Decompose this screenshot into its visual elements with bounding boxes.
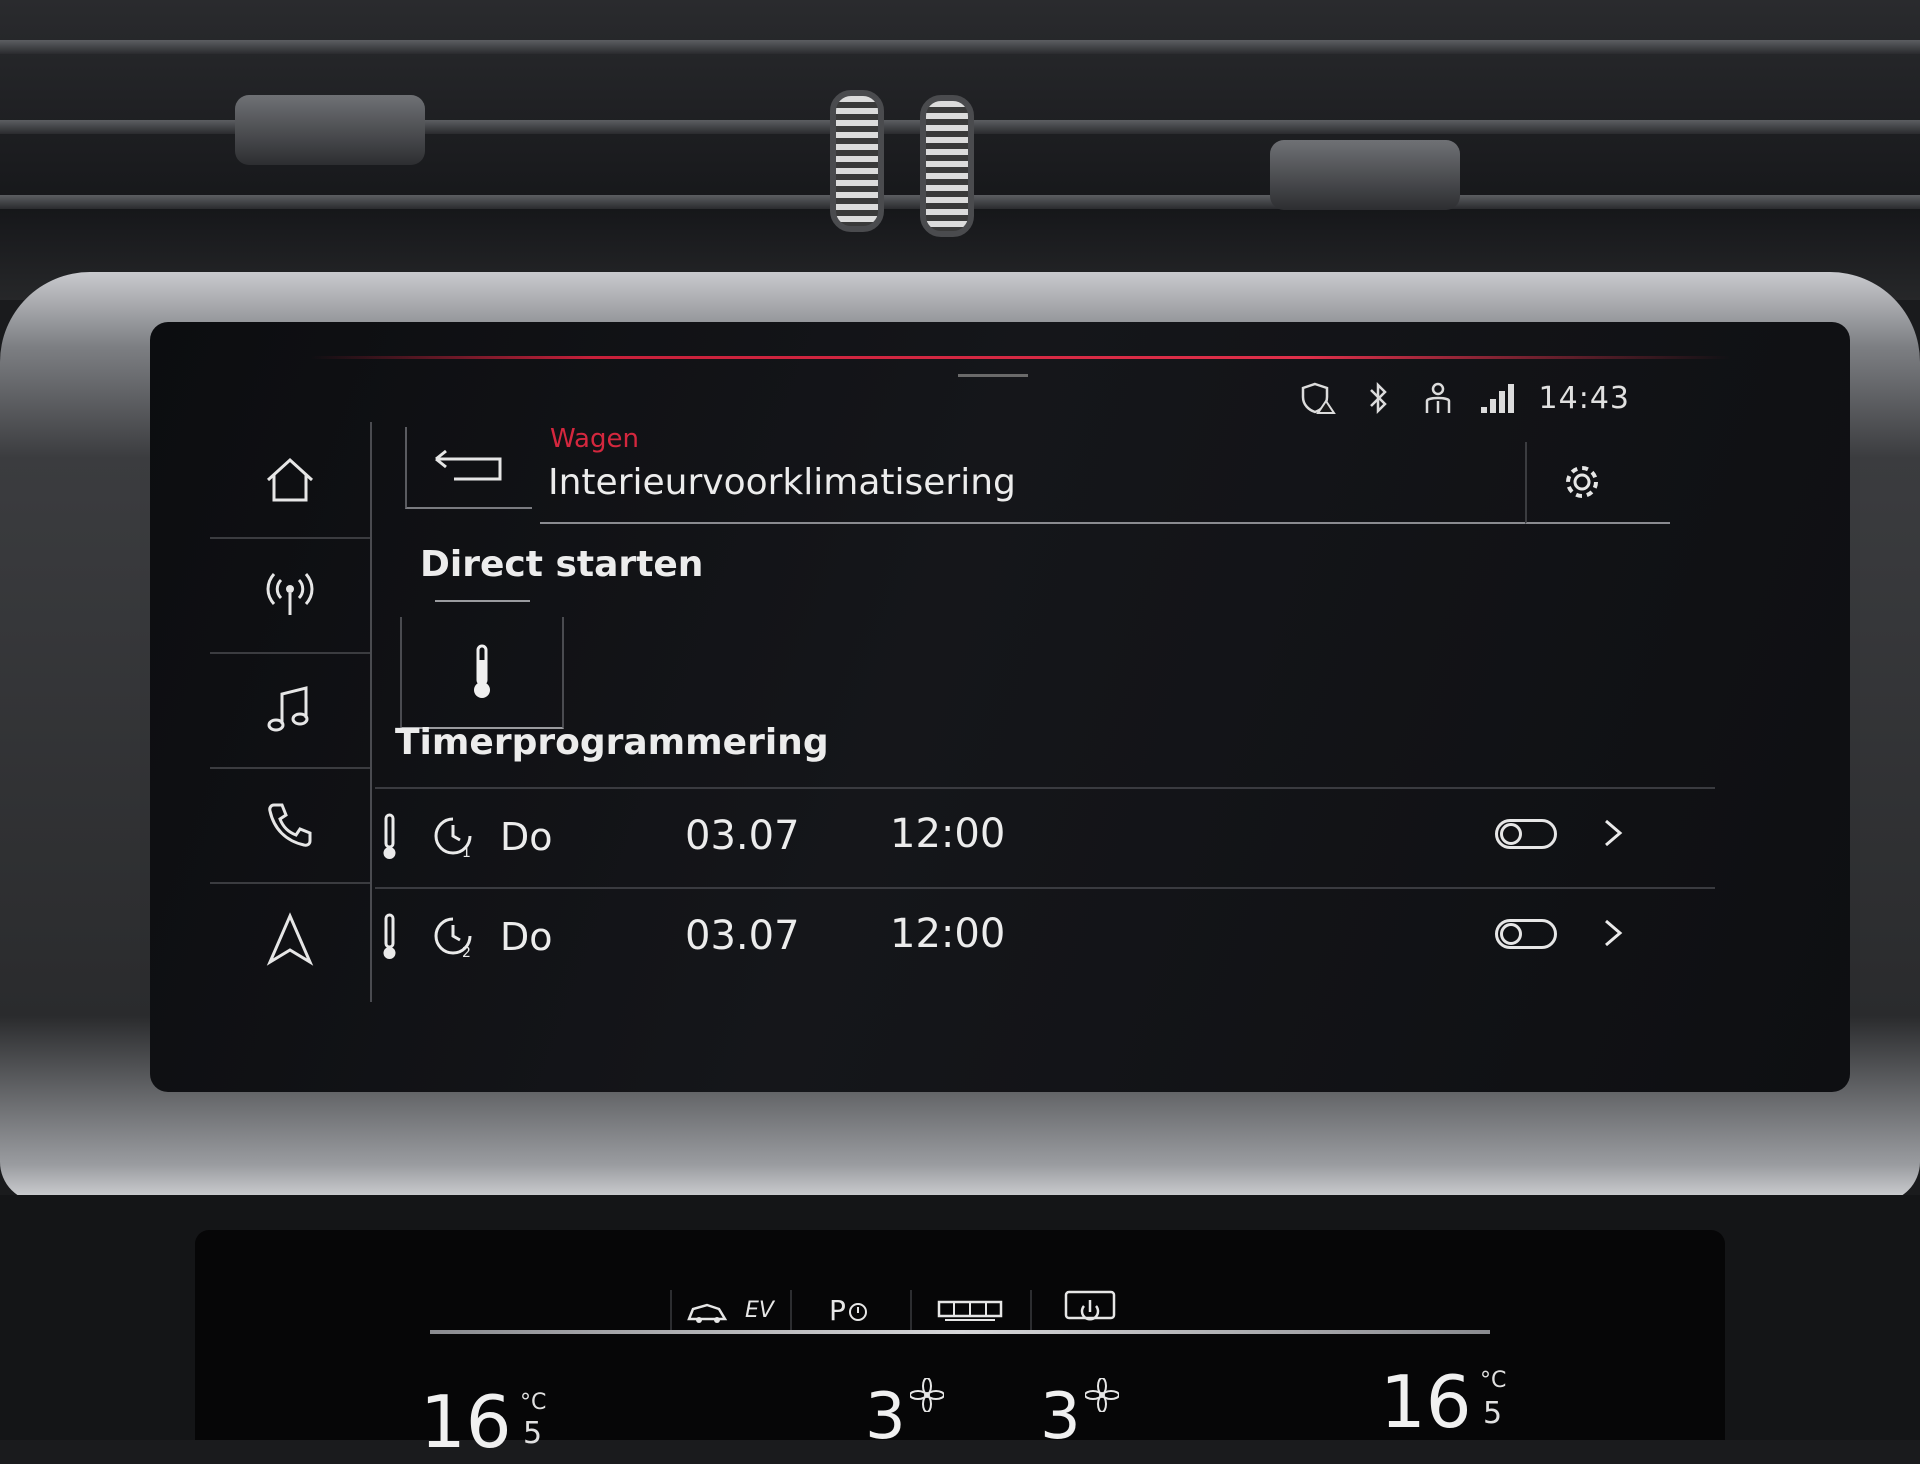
thermometer-icon <box>383 913 396 959</box>
thermometer-icon <box>383 813 396 859</box>
timer-2-toggle[interactable] <box>1495 919 1557 949</box>
phone-icon <box>268 803 312 847</box>
navigation-icon <box>266 911 314 966</box>
timer-date: 03.07 <box>685 913 800 959</box>
right-temperature-unit: °C <box>1480 1368 1507 1393</box>
chevron-right-icon[interactable] <box>1600 913 1626 953</box>
clock: 14:43 <box>1538 380 1630 416</box>
chevron-right-icon[interactable] <box>1600 813 1626 853</box>
accent-line <box>310 356 1730 359</box>
network-signal-icon <box>1480 384 1514 413</box>
left-temperature-decimal: 5 <box>523 1416 543 1451</box>
left-fan-level[interactable]: 3 <box>865 1380 906 1454</box>
sidebar-item-phone[interactable] <box>210 767 370 884</box>
timer-row-2[interactable]: 2 Do 03.07 12:00 <box>375 887 1715 983</box>
bluetooth-icon <box>1369 381 1387 415</box>
sidebar-item-home[interactable] <box>210 422 370 539</box>
climate-power-icon <box>1064 1290 1115 1321</box>
title-divider <box>540 522 1670 524</box>
timer-number: 2 <box>462 945 471 959</box>
climate-power-button[interactable] <box>1030 1290 1147 1330</box>
status-bar: 14:43 <box>1299 378 1630 418</box>
thermometer-icon <box>474 644 490 698</box>
timer-time: 12:00 <box>890 911 1006 957</box>
direct-start-button[interactable] <box>400 617 564 729</box>
timer-number: 1 <box>462 845 471 859</box>
timer-day: Do <box>500 915 553 959</box>
back-button[interactable] <box>405 427 532 509</box>
vent-wheel-right[interactable] <box>920 95 974 237</box>
shield-warning-icon <box>1301 382 1336 414</box>
vent-slat <box>0 40 1920 54</box>
direct-start-heading: Direct starten <box>420 544 704 585</box>
home-icon <box>266 457 314 501</box>
sidebar-item-navigation[interactable] <box>210 882 370 997</box>
timer-heading: Timerprogrammering <box>395 722 829 763</box>
vent-wheel-left[interactable] <box>830 90 884 232</box>
sidebar-item-media[interactable] <box>210 652 370 769</box>
vent-knob-right[interactable] <box>1270 140 1460 210</box>
music-icon <box>267 685 309 731</box>
radio-icon <box>266 572 314 615</box>
ev-label: EV <box>745 1297 774 1323</box>
ev-climate-button[interactable]: EV <box>670 1290 787 1330</box>
timer-day: Do <box>500 815 553 859</box>
parking-heater-button[interactable]: P <box>790 1290 907 1330</box>
parking-label: P <box>829 1293 846 1327</box>
breadcrumb[interactable]: Wagen <box>550 424 639 454</box>
person-icon <box>1425 382 1450 413</box>
infotainment-screen: 14:43 Wagen Interieurvoorklimatisering D… <box>150 322 1850 1092</box>
timer-row-1[interactable]: 1 Do 03.07 12:00 <box>375 787 1715 883</box>
settings-button[interactable] <box>1525 442 1637 524</box>
timer-time: 12:00 <box>890 811 1006 857</box>
page-title: Interieurvoorklimatisering <box>548 462 1016 503</box>
vent-knob-left[interactable] <box>235 95 425 165</box>
fan-icon <box>910 1378 944 1412</box>
right-temperature[interactable]: 16 <box>1380 1360 1472 1444</box>
right-fan-level[interactable]: 3 <box>1040 1380 1081 1454</box>
left-temperature[interactable]: 16 <box>420 1380 512 1464</box>
timer-1-toggle[interactable] <box>1495 819 1557 849</box>
air-vents <box>0 0 1920 300</box>
timer-clock-icon: 2 <box>434 917 472 959</box>
back-arrow-icon <box>434 449 501 481</box>
pull-down-handle[interactable] <box>958 374 1028 377</box>
climate-panel: EV P 16 °C 5 3 3 16 °C 5 <box>195 1230 1725 1464</box>
gear-icon <box>1566 466 1598 498</box>
timer-clock-icon: 1 <box>434 817 472 859</box>
climate-bar <box>430 1330 1490 1334</box>
rear-window-heater-icon <box>937 1300 1002 1321</box>
parking-heater-icon <box>848 1303 867 1321</box>
left-temperature-unit: °C <box>520 1390 547 1415</box>
timer-date: 03.07 <box>685 813 800 859</box>
sidebar-item-radio[interactable] <box>210 537 370 654</box>
fan-icon <box>1085 1378 1119 1412</box>
direct-start-indicator <box>435 600 530 602</box>
sidebar <box>210 422 372 1002</box>
car-ev-icon <box>687 1303 728 1323</box>
rear-window-heater-button[interactable] <box>910 1290 1027 1330</box>
right-temperature-decimal: 5 <box>1483 1396 1503 1431</box>
